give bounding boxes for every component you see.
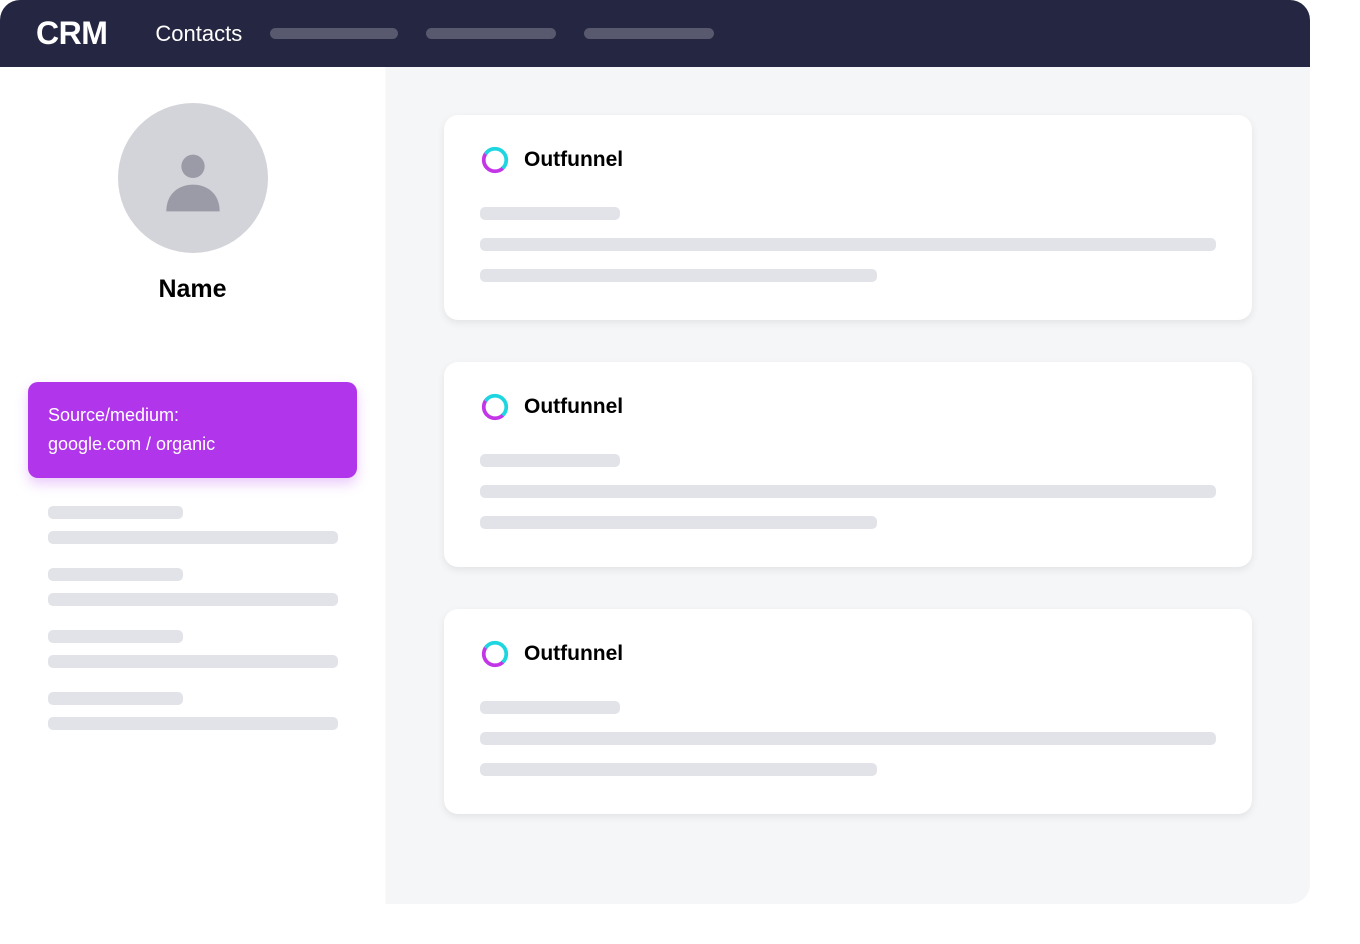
nav-placeholder[interactable] [584,28,714,39]
main-content: Outfunnel Outfunnel [386,67,1310,904]
card-title: Outfunnel [524,148,623,172]
field-placeholder [48,593,338,606]
content-placeholder [480,207,620,220]
content-placeholder [480,454,620,467]
field-placeholder [48,630,183,643]
nav-placeholder[interactable] [270,28,398,39]
outfunnel-icon [480,639,510,669]
card-header: Outfunnel [480,639,1216,669]
profile-block: Name [28,103,357,304]
activity-card[interactable]: Outfunnel [444,362,1252,567]
field-placeholder [48,717,338,730]
source-value: google.com / organic [48,431,337,458]
source-medium-card[interactable]: Source/medium: google.com / organic [28,382,357,478]
field-placeholder [48,506,183,519]
field-placeholder [48,655,338,668]
nav-contacts[interactable]: Contacts [155,21,242,47]
body-layout: Name Source/medium: google.com / organic [0,67,1310,904]
outfunnel-icon [480,392,510,422]
contact-sidebar: Name Source/medium: google.com / organic [0,67,386,904]
user-icon [153,138,233,218]
card-header: Outfunnel [480,392,1216,422]
content-placeholder [480,763,877,776]
field-group [28,630,357,668]
topbar: CRM Contacts [0,0,1310,67]
app-logo: CRM [36,15,107,52]
card-title: Outfunnel [524,395,623,419]
field-group [28,506,357,544]
avatar [118,103,268,253]
outfunnel-icon [480,145,510,175]
nav-items: Contacts [155,21,742,47]
activity-card[interactable]: Outfunnel [444,115,1252,320]
content-placeholder [480,269,877,282]
field-group [28,568,357,606]
field-group [28,692,357,730]
content-placeholder [480,732,1216,745]
content-placeholder [480,485,1216,498]
profile-name: Name [158,275,226,304]
field-placeholder [48,531,338,544]
content-placeholder [480,516,877,529]
field-placeholder [48,568,183,581]
activity-card[interactable]: Outfunnel [444,609,1252,814]
nav-placeholder[interactable] [426,28,556,39]
source-label: Source/medium: [48,400,337,431]
card-header: Outfunnel [480,145,1216,175]
app-container: CRM Contacts Name Source/medium: [0,0,1310,904]
field-placeholder [48,692,183,705]
content-placeholder [480,701,620,714]
content-placeholder [480,238,1216,251]
card-title: Outfunnel [524,642,623,666]
